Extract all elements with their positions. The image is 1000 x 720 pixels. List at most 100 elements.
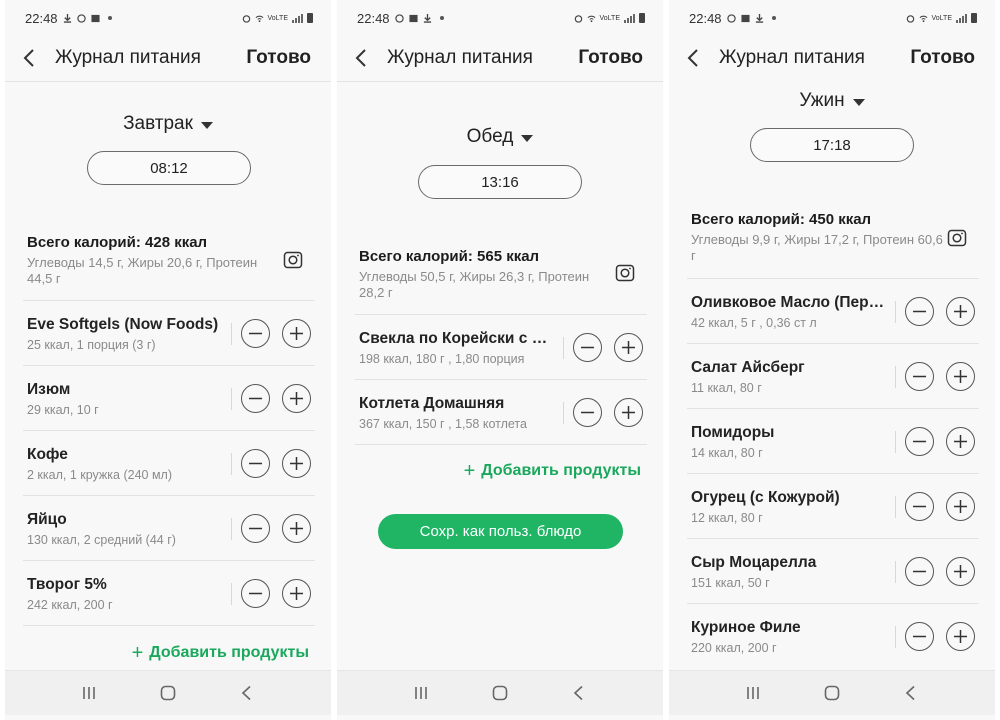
decrease-button[interactable] <box>573 398 602 427</box>
decrease-button[interactable] <box>905 492 934 521</box>
back-icon <box>906 685 915 701</box>
minus-icon <box>249 397 262 400</box>
decrease-button[interactable] <box>241 319 270 348</box>
signal-icon <box>624 13 635 23</box>
food-row[interactable]: Eve Softgels (Now Foods) 25 ккал, 1 порци… <box>23 300 315 365</box>
decrease-button[interactable] <box>905 557 934 586</box>
minus-icon <box>913 310 926 313</box>
increase-button[interactable] <box>282 449 311 478</box>
plus-icon <box>954 565 967 578</box>
food-row[interactable]: Огурец (с Кожурой) 12 ккал, 80 г <box>687 473 979 538</box>
meal-time-button[interactable]: 17:18 <box>750 128 914 162</box>
divider <box>563 402 564 424</box>
done-button[interactable]: Готово <box>578 47 643 69</box>
wifi-icon <box>919 15 927 22</box>
add-products-button[interactable]: + Добавить продукты <box>464 461 641 481</box>
nav-back-button[interactable] <box>891 673 931 713</box>
meal-time-button[interactable]: 08:12 <box>87 151 251 185</box>
food-row[interactable]: Изюм 29 ккал, 10 г <box>23 365 315 430</box>
home-button[interactable] <box>148 673 188 713</box>
nav-back-button[interactable] <box>227 673 267 713</box>
divider <box>895 496 896 518</box>
home-button[interactable] <box>480 673 520 713</box>
increase-button[interactable] <box>946 622 975 651</box>
camera-icon[interactable] <box>615 264 635 282</box>
plus-icon <box>954 370 967 383</box>
food-row[interactable]: Кофе 2 ккал, 1 кружка (240 мл) <box>23 430 315 495</box>
gallery-icon <box>408 14 418 22</box>
system-nav-bar <box>5 670 331 715</box>
decrease-button[interactable] <box>905 297 934 326</box>
minus-icon <box>249 332 262 335</box>
done-button[interactable]: Готово <box>910 47 975 69</box>
decrease-button[interactable] <box>905 622 934 651</box>
triangle-down-icon <box>200 121 213 129</box>
save-as-custom-dish-button[interactable]: Сохр. как польз. блюдо <box>378 514 623 549</box>
increase-button[interactable] <box>282 579 311 608</box>
camera-icon[interactable] <box>283 251 303 269</box>
camera-icon[interactable] <box>947 229 967 247</box>
food-details: 14 ккал, 80 г <box>691 446 763 460</box>
done-button[interactable]: Готово <box>246 47 311 69</box>
food-row[interactable]: Творог 5% 242 ккал, 200 г <box>23 560 315 625</box>
increase-button[interactable] <box>946 557 975 586</box>
meal-type-dropdown[interactable]: Обед <box>337 126 663 148</box>
recent-apps-button[interactable] <box>401 673 441 713</box>
increase-button[interactable] <box>614 333 643 362</box>
food-row[interactable]: Помидоры 14 ккал, 80 г <box>687 408 979 473</box>
food-row[interactable]: Свекла по Корейски с М... 198 ккал, 180 г… <box>355 314 647 379</box>
food-row[interactable]: Куриное Филе 220 ккал, 200 г <box>687 603 979 668</box>
food-name: Оливковое Масло (Перв... <box>691 294 889 311</box>
increase-button[interactable] <box>282 319 311 348</box>
divider <box>895 626 896 648</box>
divider <box>895 561 896 583</box>
food-name: Кофе <box>27 446 68 463</box>
food-row[interactable]: Яйцо 130 ккал, 2 средний (44 г) <box>23 495 315 560</box>
minus-icon <box>913 440 926 443</box>
meal-type-dropdown[interactable]: Завтрак <box>5 113 331 135</box>
decrease-button[interactable] <box>241 449 270 478</box>
food-name: Свекла по Корейски с М... <box>359 330 557 347</box>
decrease-button[interactable] <box>241 384 270 413</box>
decrease-button[interactable] <box>573 333 602 362</box>
phone-screen-breakfast: 22:48 VoLTE Журнал питания Готово Завтра… <box>5 0 331 720</box>
decrease-button[interactable] <box>905 427 934 456</box>
back-button[interactable] <box>337 36 385 80</box>
back-button[interactable] <box>5 36 53 80</box>
recent-apps-button[interactable] <box>733 673 773 713</box>
meal-type-dropdown[interactable]: Ужин <box>669 90 995 112</box>
decrease-button[interactable] <box>905 362 934 391</box>
nav-back-button[interactable] <box>559 673 599 713</box>
food-name: Яйцо <box>27 511 67 528</box>
chevron-left-icon <box>355 49 366 67</box>
whatsapp-icon <box>726 13 736 23</box>
increase-button[interactable] <box>614 398 643 427</box>
food-row[interactable]: Салат Айсберг 11 ккал, 80 г <box>687 343 979 408</box>
increase-button[interactable] <box>946 492 975 521</box>
home-button[interactable] <box>812 673 852 713</box>
plus-icon <box>290 457 303 470</box>
food-row[interactable]: Котлета Домашняя 367 ккал, 150 г , 1,58 к… <box>355 379 647 444</box>
increase-button[interactable] <box>946 362 975 391</box>
decrease-button[interactable] <box>241 579 270 608</box>
macros-text: Углеводы 9,9 г, Жиры 17,2 г, Протеин 60,… <box>691 232 943 263</box>
increase-button[interactable] <box>282 384 311 413</box>
add-products-button[interactable]: + Добавить продукты <box>132 643 309 663</box>
food-name: Творог 5% <box>27 576 107 593</box>
increase-button[interactable] <box>946 427 975 456</box>
recent-apps-button[interactable] <box>69 673 109 713</box>
increase-button[interactable] <box>282 514 311 543</box>
divider <box>355 444 647 445</box>
food-row[interactable]: Сыр Моцарелла 151 ккал, 50 г <box>687 538 979 603</box>
divider <box>231 453 232 475</box>
download-icon <box>423 13 431 23</box>
divider <box>895 366 896 388</box>
back-button[interactable] <box>669 36 717 80</box>
increase-button[interactable] <box>946 297 975 326</box>
food-row[interactable]: Оливковое Масло (Перв... 42 ккал, 5 г , 0… <box>687 278 979 343</box>
download-icon <box>63 13 71 23</box>
meal-time-button[interactable]: 13:16 <box>418 165 582 199</box>
minus-icon <box>249 462 262 465</box>
decrease-button[interactable] <box>241 514 270 543</box>
minus-icon <box>913 505 926 508</box>
